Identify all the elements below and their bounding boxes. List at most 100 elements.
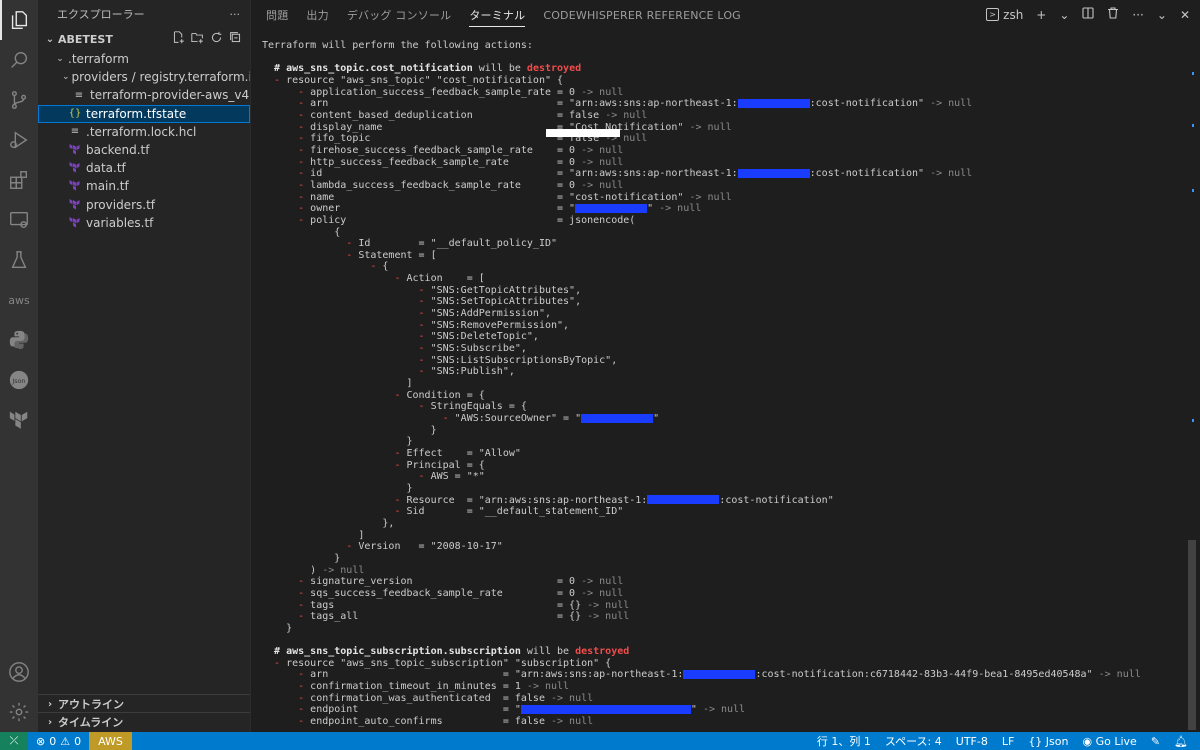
python-icon[interactable] — [7, 328, 31, 352]
refresh-icon[interactable] — [210, 31, 223, 47]
remote-explorer-icon[interactable] — [7, 208, 31, 232]
terminal-text: endpoint = " — [310, 704, 521, 716]
terminal-text: ] — [262, 529, 365, 541]
settings-gear-icon[interactable] — [7, 700, 31, 724]
terminal-text: }, — [262, 517, 395, 529]
terminal-line: - tags_all = {} -> null — [262, 611, 1182, 623]
tab-codewhisperer-log[interactable]: CODEWHISPERER REFERENCE LOG — [534, 0, 750, 30]
terminal-text: - — [262, 447, 407, 459]
problems-indicator[interactable]: ⊗ 0 ⚠ 0 — [28, 735, 89, 748]
terminal-text: Sid = "__default_statement_ID" — [406, 506, 624, 518]
cursor-position[interactable]: 行 1、列 1 — [817, 733, 871, 749]
more-actions-icon[interactable]: ··· — [230, 8, 241, 21]
terminal-text: http_success_feedback_sample_rate = 0 — [310, 156, 582, 168]
new-file-icon[interactable] — [172, 31, 185, 47]
file-icon: ≡ — [74, 89, 84, 101]
chevron-down-icon: ⌄ — [45, 33, 55, 45]
trash-icon[interactable] — [1107, 7, 1119, 22]
terminal-text: -> null — [581, 587, 624, 599]
terminal-text: - — [262, 238, 359, 250]
terminal-text: tags = {} — [310, 599, 588, 611]
remote-icon[interactable]: ⤫ — [0, 732, 28, 750]
tab-problems[interactable]: 問題 — [250, 0, 297, 30]
tree-item[interactable]: providers.tf — [38, 196, 250, 214]
terminal-text: sqs_success_feedback_sample_rate = 0 — [310, 587, 582, 599]
tree-item[interactable]: data.tf — [38, 159, 250, 177]
more-actions-icon[interactable]: ··· — [1132, 8, 1143, 22]
terraform-icon[interactable] — [7, 408, 31, 432]
split-terminal-icon[interactable] — [1082, 7, 1094, 22]
chevron-down-icon[interactable]: ⌄ — [1157, 8, 1167, 22]
encoding[interactable]: UTF-8 — [956, 735, 988, 748]
tree-item[interactable]: ≡ terraform-provider-aws_v4.61.0... — [38, 86, 250, 104]
close-icon[interactable]: ✕ — [1180, 8, 1190, 22]
tree-item[interactable]: variables.tf — [38, 214, 250, 232]
terminal-text: - — [262, 319, 431, 331]
tree-item[interactable]: ⌄providers / registry.terraform.io / ... — [38, 68, 250, 86]
aws-profile-badge[interactable]: AWS — [89, 732, 132, 750]
chevron-down-icon[interactable]: ⌄ — [1059, 8, 1069, 22]
tree-item[interactable]: ⌄ .terraform — [38, 50, 250, 68]
collapse-all-icon[interactable] — [229, 31, 242, 47]
redacted-value — [683, 669, 756, 679]
account-icon[interactable] — [7, 660, 31, 684]
indentation[interactable]: スペース: 4 — [885, 733, 942, 749]
terminal-text: - — [262, 284, 431, 296]
tree-item[interactable]: main.tf — [38, 177, 250, 195]
terraform-file-icon — [68, 216, 82, 230]
tree-item[interactable]: {} terraform.tfstate — [38, 104, 250, 123]
terminal-text: -> null — [581, 86, 624, 98]
error-icon: ⊗ — [36, 734, 46, 748]
terminal-text: -> null — [581, 156, 624, 168]
go-live-button[interactable]: ◉ Go Live — [1082, 735, 1136, 748]
notifications-bell-icon[interactable]: 🔔︎ — [1174, 735, 1188, 748]
terminal-text: "SNS:AddPermission", — [430, 308, 551, 320]
language-mode[interactable]: {} Json — [1028, 735, 1068, 748]
tab-debug-console[interactable]: デバッグ コンソール — [338, 0, 461, 30]
search-icon[interactable] — [7, 48, 31, 72]
redacted-value — [520, 704, 691, 714]
run-debug-icon[interactable] — [7, 128, 31, 152]
terminal-text: -> null — [581, 576, 624, 588]
terminal-line: - "SNS:Publish", — [262, 366, 1182, 378]
timeline-section[interactable]: › タイムライン — [38, 712, 250, 731]
feedback-icon[interactable]: ✎ — [1151, 735, 1160, 748]
tree-item[interactable]: ≡ .terraform.lock.hcl — [38, 123, 250, 141]
source-control-icon[interactable] — [7, 88, 31, 112]
terminal-scrollbar[interactable] — [1188, 540, 1196, 730]
terminal-text: " — [690, 704, 703, 716]
terminal-line: - arn = "arn:aws:sns:ap-northeast-1::cos… — [262, 669, 1182, 681]
redacted-value — [575, 203, 648, 213]
tab-terminal[interactable]: ターミナル — [460, 0, 534, 30]
testing-icon[interactable] — [7, 248, 31, 272]
terminal-line: - resource "aws_sns_topic_subscription" … — [262, 658, 1182, 670]
terminal-line: }, — [262, 518, 1182, 530]
explorer-header: エクスプローラー ··· — [38, 0, 250, 28]
terminal-text: StringEquals = { — [430, 401, 527, 413]
terminal-text: - — [262, 296, 431, 308]
terminal-text: -> null — [702, 704, 746, 716]
terminal-text: "SNS:DeleteTopic", — [430, 331, 539, 343]
line-ending[interactable]: LF — [1002, 735, 1014, 748]
tab-output[interactable]: 出力 — [297, 0, 337, 30]
new-folder-icon[interactable] — [191, 31, 204, 47]
new-terminal-icon[interactable]: + — [1036, 8, 1046, 22]
terminal-text: Principal = { — [406, 459, 485, 471]
terminal-shell-selector[interactable]: > zsh — [986, 8, 1023, 22]
terminal-text: -> null — [659, 203, 702, 215]
terminal-text: -> null — [930, 168, 973, 180]
terminal-text: - — [262, 576, 311, 588]
terminal-line: - "SNS:ListSubscriptionsByTopic", — [262, 355, 1182, 367]
terminal-output[interactable]: Terraform will perform the following act… — [262, 40, 1182, 732]
json-icon[interactable]: Json — [7, 368, 31, 392]
terminal-text: - — [262, 273, 407, 285]
files-icon[interactable] — [0, 0, 31, 40]
outline-section[interactable]: › アウトライン — [38, 694, 250, 713]
extensions-icon[interactable] — [7, 168, 31, 192]
workspace-section-header[interactable]: ⌄ ABETEST — [38, 28, 250, 50]
terminal-text: name = "cost-notification" — [310, 191, 690, 203]
terminal-text: - — [262, 74, 287, 86]
tree-item[interactable]: backend.tf — [38, 141, 250, 159]
aws-icon[interactable]: aws — [7, 288, 31, 312]
